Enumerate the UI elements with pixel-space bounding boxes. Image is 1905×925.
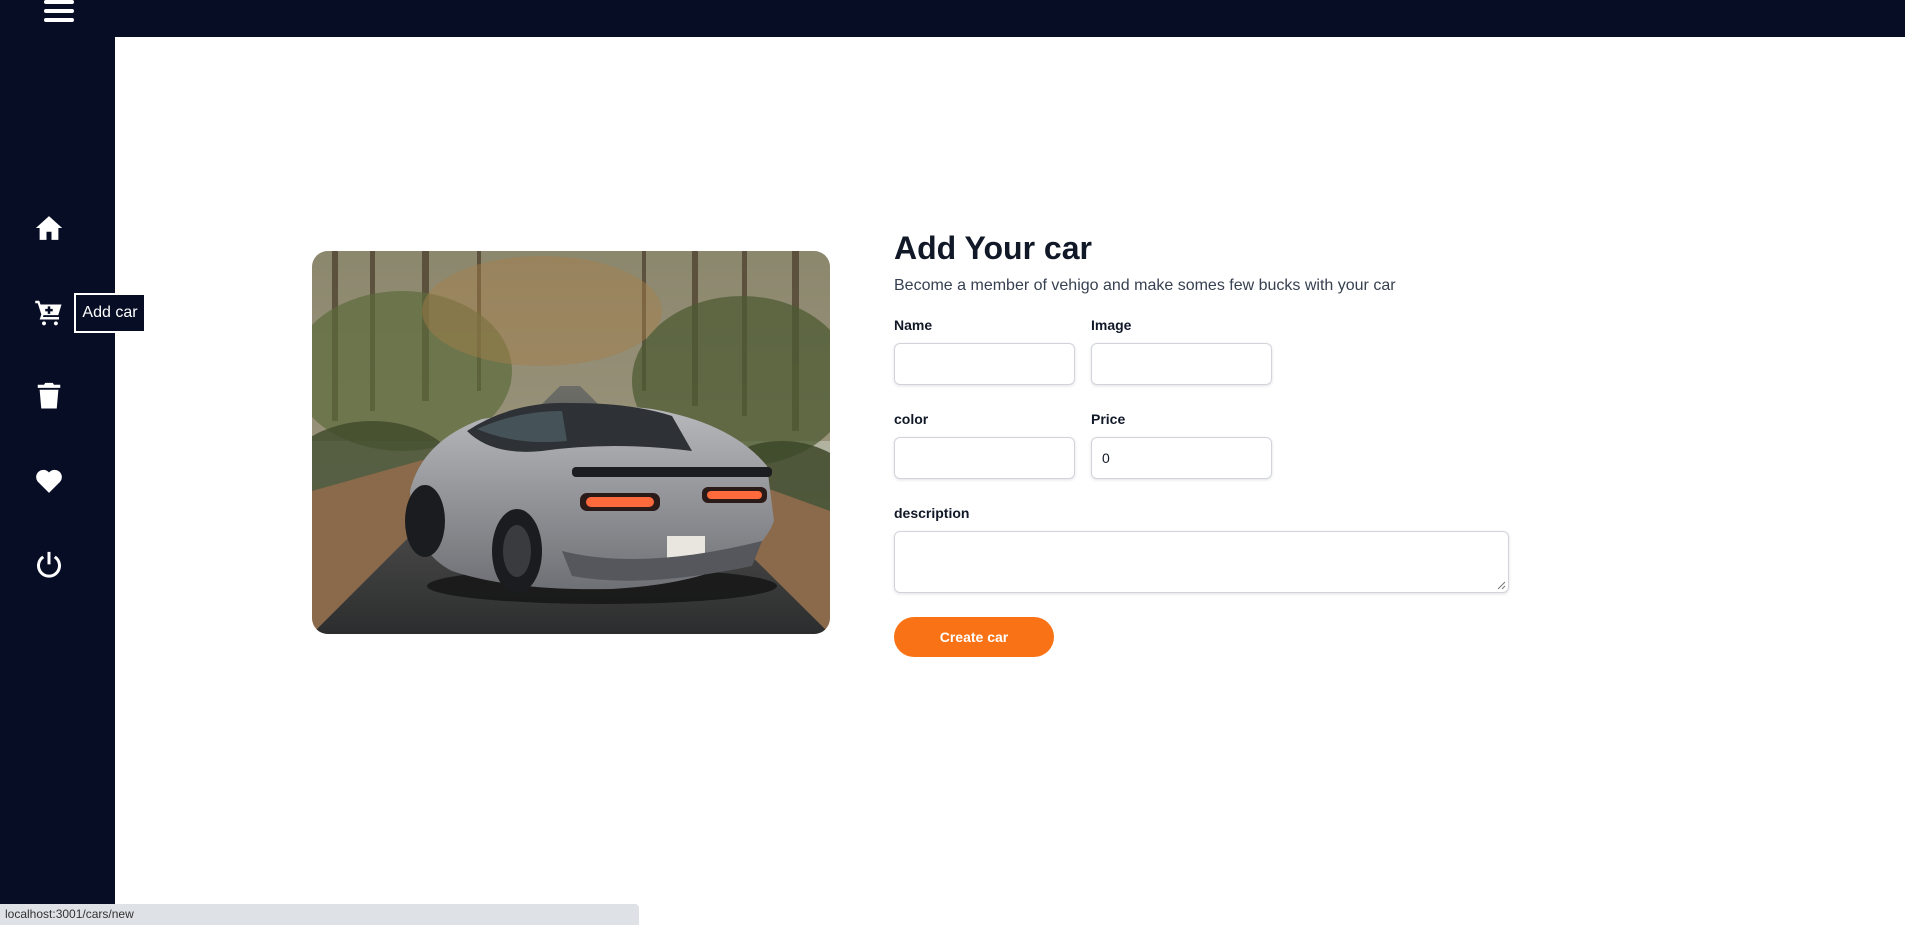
image-input[interactable] <box>1091 343 1272 385</box>
home-icon[interactable] <box>30 209 68 247</box>
image-label: Image <box>1091 317 1132 333</box>
cart-plus-icon[interactable] <box>30 293 68 331</box>
trash-icon[interactable] <box>30 377 68 415</box>
top-bar <box>0 0 1905 37</box>
description-textarea[interactable] <box>894 531 1509 593</box>
heart-icon[interactable] <box>30 462 68 500</box>
power-icon[interactable] <box>30 546 68 584</box>
name-input[interactable] <box>894 343 1075 385</box>
create-car-button[interactable]: Create car <box>894 617 1054 657</box>
page-title: Add Your car <box>894 230 1092 266</box>
car-photo <box>312 251 830 634</box>
price-label: Price <box>1091 411 1126 427</box>
description-label: description <box>894 505 970 521</box>
add-car-form: Add Your car Become a member of vehigo a… <box>894 225 1514 657</box>
color-input[interactable] <box>894 437 1075 479</box>
hamburger-menu-icon[interactable] <box>44 0 74 26</box>
price-input[interactable] <box>1091 437 1272 479</box>
add-car-tooltip: Add car <box>74 293 146 333</box>
resize-grip-icon[interactable] <box>1497 581 1506 590</box>
page-subtitle: Become a member of vehigo and make somes… <box>894 277 1396 294</box>
color-label: color <box>894 411 929 427</box>
status-bar-url: localhost:3001/cars/new <box>0 904 639 925</box>
name-label: Name <box>894 317 933 333</box>
sidebar <box>0 37 115 925</box>
